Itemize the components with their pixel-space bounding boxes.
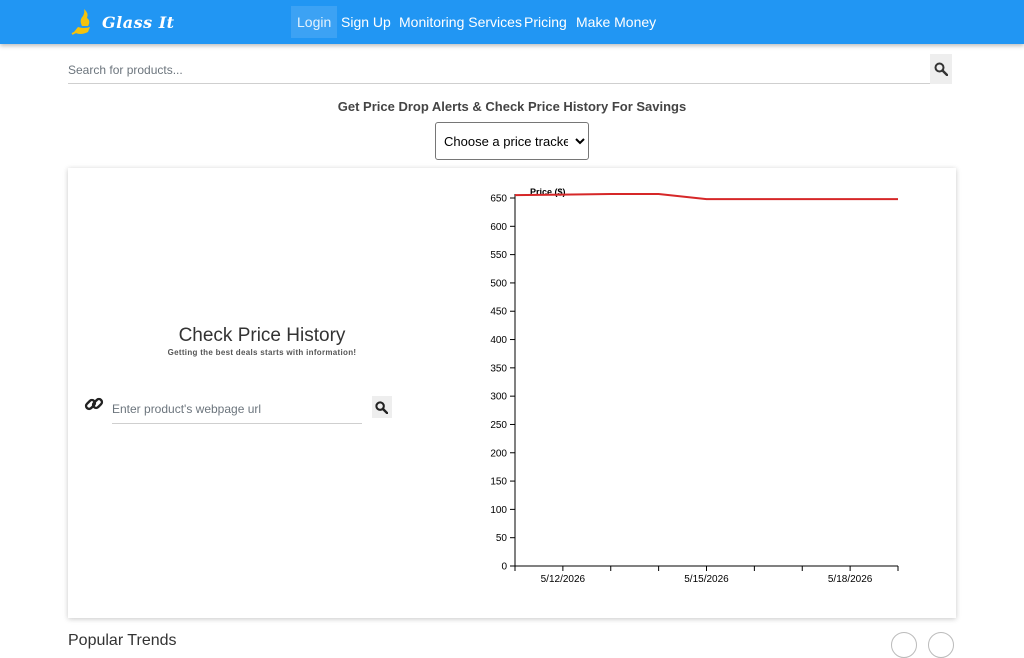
y-tick-label: 600 (490, 222, 507, 233)
url-search-button[interactable] (372, 396, 392, 418)
y-tick-label: 100 (490, 505, 507, 516)
price-history-title: Check Price History (178, 325, 346, 346)
nav-make-money-link[interactable]: Make Money (570, 6, 662, 38)
y-tick-label: 650 (490, 194, 507, 205)
price-tracker-select[interactable]: Choose a price tracker (435, 122, 589, 160)
popular-trends-heading: Popular Trends (68, 632, 177, 649)
x-tick-label: 5/12/2026 (541, 574, 586, 585)
nav-login-link[interactable]: Login (291, 6, 338, 38)
search-icon (375, 401, 388, 414)
link-icon (84, 397, 104, 411)
carousel-next-button[interactable] (928, 632, 954, 658)
y-tick-label: 250 (490, 420, 507, 431)
price-series-line (514, 193, 898, 201)
product-url-input[interactable] (112, 394, 362, 424)
y-tick-label: 0 (501, 562, 507, 573)
search-icon (934, 62, 948, 76)
price-history-subtitle: Getting the best deals starts with infor… (167, 348, 357, 357)
nav-pricing-link[interactable]: Pricing (518, 6, 573, 38)
y-tick-label: 300 (490, 392, 507, 403)
price-history-card: Check Price History Getting the best dea… (68, 168, 956, 618)
y-tick-label: 500 (490, 278, 507, 289)
product-search-input[interactable] (68, 56, 930, 84)
y-tick-label: 200 (490, 448, 507, 459)
y-tick-label: 150 (490, 477, 507, 488)
brand-name: Glass It (102, 13, 175, 32)
brand-logo[interactable]: Glass It (70, 8, 180, 38)
nav-signup-link[interactable]: Sign Up (335, 6, 397, 38)
price-history-chart: 0 50 100 150 200 250 300 350 400 450 500 550 600 650 5… (490, 187, 899, 585)
genie-lamp-icon (71, 9, 90, 35)
y-tick-label: 400 (490, 335, 507, 346)
y-tick-label: 350 (490, 363, 507, 374)
carousel-prev-button[interactable] (891, 632, 917, 658)
x-tick-label: 5/18/2026 (828, 574, 873, 585)
navbar: Glass It Login Sign Up Monitoring Servic… (0, 0, 1024, 44)
y-tick-label: 450 (490, 307, 507, 318)
x-tick-label: 5/15/2026 (684, 574, 729, 585)
product-search-button[interactable] (930, 54, 952, 84)
nav-monitoring-services-link[interactable]: Monitoring Services (393, 6, 528, 38)
y-tick-label: 50 (496, 533, 508, 544)
y-tick-label: 550 (490, 250, 507, 261)
page-tagline: Get Price Drop Alerts & Check Price Hist… (337, 99, 687, 114)
